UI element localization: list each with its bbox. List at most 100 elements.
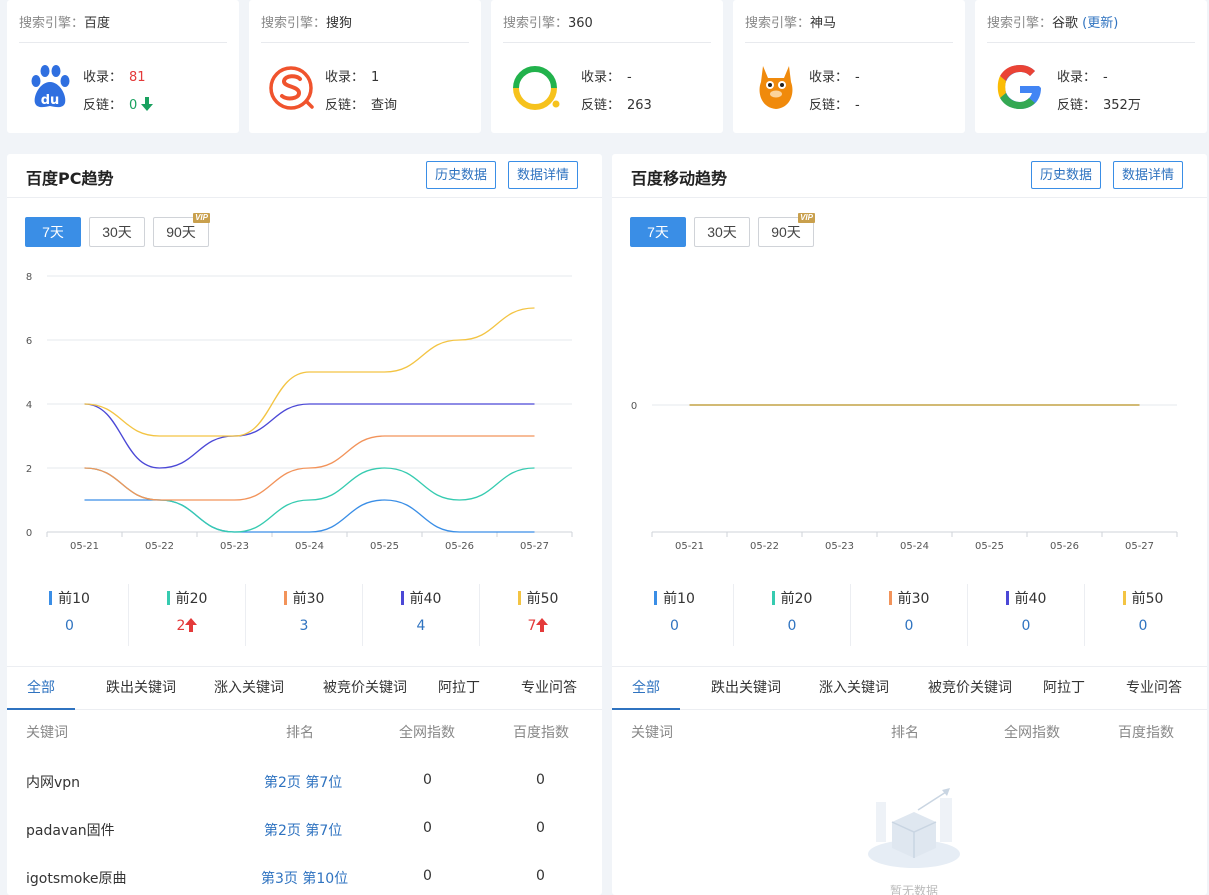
col-keyword: 关键词 xyxy=(631,725,673,741)
net-index-cell: 0 xyxy=(423,868,432,884)
engine-header: 搜索引擎：百度 xyxy=(19,12,227,43)
x-tick-label: 05-21 xyxy=(70,541,99,552)
rank-link[interactable]: 第2页 第7位 xyxy=(264,820,342,840)
index-value[interactable]: - xyxy=(627,70,632,85)
tab-rising-keywords[interactable]: 涨入关键词 xyxy=(195,667,303,710)
engine-header: 搜索引擎：谷歌 (更新) xyxy=(987,12,1195,43)
baidu-index-cell: 0 xyxy=(536,772,545,788)
tab-all[interactable]: 全部 xyxy=(7,667,75,710)
legend-top30[interactable]: 前30 3 xyxy=(245,584,362,646)
engine-label: 搜索引擎： xyxy=(261,16,327,31)
legend-label: 前30 xyxy=(292,591,325,607)
baidu-index-cell: 0 xyxy=(536,868,545,884)
legend-swatch xyxy=(166,591,170,605)
legend-value: 0 xyxy=(65,618,74,634)
x-tick-label: 05-27 xyxy=(520,541,549,552)
range-30d-button[interactable]: 30天 xyxy=(89,217,145,247)
legend-top10[interactable]: 前10 0 xyxy=(11,584,128,646)
empty-text: 暂无数据 xyxy=(889,884,938,895)
range-90d-button[interactable]: 90天 VIP xyxy=(758,213,815,247)
legend-swatch xyxy=(283,591,287,605)
legend-value: 0 xyxy=(787,618,797,634)
index-label: 收录： xyxy=(809,70,849,85)
tab-dropped-keywords[interactable]: 跌出关键词 xyxy=(692,667,800,710)
rank-link[interactable]: 第2页 第7位 xyxy=(264,772,342,792)
engine-card-360: 搜索引擎：360 收录： - 反链： 263 xyxy=(491,0,723,133)
backlink-query-link[interactable]: 查询 xyxy=(371,98,397,113)
range-30d-button[interactable]: 30天 xyxy=(694,217,750,247)
vip-badge: VIP xyxy=(798,213,815,223)
tab-all[interactable]: 全部 xyxy=(612,667,680,710)
backlink-value[interactable]: 263 xyxy=(627,98,652,113)
tab-aladdin[interactable]: 阿拉丁 xyxy=(1032,667,1096,710)
backlink-value[interactable]: 352万 xyxy=(1103,98,1141,113)
range-90d-button[interactable]: 90天 VIP xyxy=(153,213,210,247)
legend-top20[interactable]: 前20 0 xyxy=(733,584,850,646)
legend-top20[interactable]: 前20 2 xyxy=(128,584,245,646)
legend-top40[interactable]: 前40 0 xyxy=(967,584,1084,646)
x-tick-label: 05-25 xyxy=(370,541,399,552)
legend-label: 前50 xyxy=(526,591,559,607)
engine-label: 搜索引擎： xyxy=(745,16,811,31)
engine-header: 搜索引擎：360 xyxy=(503,12,711,43)
legend-swatch xyxy=(654,591,658,605)
tab-bidding-keywords[interactable]: 被竞价关键词 xyxy=(305,667,425,710)
index-label: 收录： xyxy=(325,70,365,85)
series-line-top10 xyxy=(84,499,535,533)
index-value[interactable]: - xyxy=(1103,70,1108,85)
x-tick-label: 05-27 xyxy=(1125,541,1154,552)
tab-dropped-keywords[interactable]: 跌出关键词 xyxy=(87,667,195,710)
history-data-button[interactable]: 历史数据 xyxy=(1031,161,1102,189)
index-value[interactable]: - xyxy=(855,70,860,85)
update-link[interactable]: (更新) xyxy=(1082,16,1118,31)
legend-label: 前50 xyxy=(1131,591,1164,607)
engine-cards: 搜索引擎：百度 du 收录： 81 反链： 0 搜索引擎：搜狗 收录： 1 反链… xyxy=(7,0,1207,133)
legend-value: 2 xyxy=(176,618,186,634)
svg-text:du: du xyxy=(41,93,60,108)
keyword-cell: padavan固件 xyxy=(26,823,115,839)
panel-header: 百度PC趋势 历史数据 数据详情 xyxy=(7,154,602,198)
legend-row: 前10 0 前20 2 前30 3 前40 4 前50 7 xyxy=(7,584,602,646)
backlink-value[interactable]: 0 xyxy=(129,98,137,113)
legend-row: 前10 0 前20 0 前30 0 前40 0 前50 0 xyxy=(612,584,1207,646)
legend-label: 前10 xyxy=(663,591,695,607)
range-7d-button[interactable]: 7天 xyxy=(25,217,81,247)
y-tick-label: 0 xyxy=(631,401,637,412)
history-data-button[interactable]: 历史数据 xyxy=(426,161,497,189)
engine-name: 谷歌 xyxy=(1052,16,1079,31)
legend-top50[interactable]: 前50 0 xyxy=(1084,584,1201,646)
legend-value: 0 xyxy=(1021,618,1031,634)
table-row: 内网vpn 第2页 第7位 0 0 xyxy=(7,772,602,796)
legend-value: 0 xyxy=(670,618,679,634)
x-tick-label: 05-25 xyxy=(975,541,1004,552)
engine-card-shenma: 搜索引擎：神马 收录： - 反链： - xyxy=(733,0,965,133)
tab-expert-qa[interactable]: 专业问答 xyxy=(1112,667,1196,710)
tab-expert-qa[interactable]: 专业问答 xyxy=(507,667,591,710)
range-90d-label: 90天 xyxy=(166,224,196,240)
tab-bidding-keywords[interactable]: 被竞价关键词 xyxy=(910,667,1030,710)
tab-aladdin[interactable]: 阿拉丁 xyxy=(427,667,491,710)
data-detail-button[interactable]: 数据详情 xyxy=(508,161,579,189)
y-tick-label: 6 xyxy=(26,336,32,347)
data-detail-button[interactable]: 数据详情 xyxy=(1113,161,1184,189)
legend-swatch xyxy=(888,591,892,605)
tab-rising-keywords[interactable]: 涨入关键词 xyxy=(800,667,908,710)
x-tick-label: 05-23 xyxy=(220,541,249,552)
range-7d-button[interactable]: 7天 xyxy=(630,217,686,247)
legend-top30[interactable]: 前30 0 xyxy=(850,584,967,646)
rank-link[interactable]: 第3页 第10位 xyxy=(261,868,348,888)
engine-name: 神马 xyxy=(810,16,837,31)
google-logo-icon xyxy=(997,65,1041,109)
legend-label: 前20 xyxy=(780,591,813,607)
backlink-value[interactable]: - xyxy=(855,98,860,113)
legend-top50[interactable]: 前50 7 xyxy=(479,584,596,646)
legend-top40[interactable]: 前40 4 xyxy=(362,584,479,646)
engine-stats: 收录： - 反链： - xyxy=(809,64,860,120)
range-90d-label: 90天 xyxy=(771,224,801,240)
index-value[interactable]: 81 xyxy=(129,70,146,85)
index-value[interactable]: 1 xyxy=(371,70,379,85)
x-tick-label: 05-21 xyxy=(675,541,704,552)
legend-label: 前10 xyxy=(58,591,90,607)
col-net-index: 全网指数 xyxy=(1004,725,1060,741)
legend-top10[interactable]: 前10 0 xyxy=(616,584,733,646)
